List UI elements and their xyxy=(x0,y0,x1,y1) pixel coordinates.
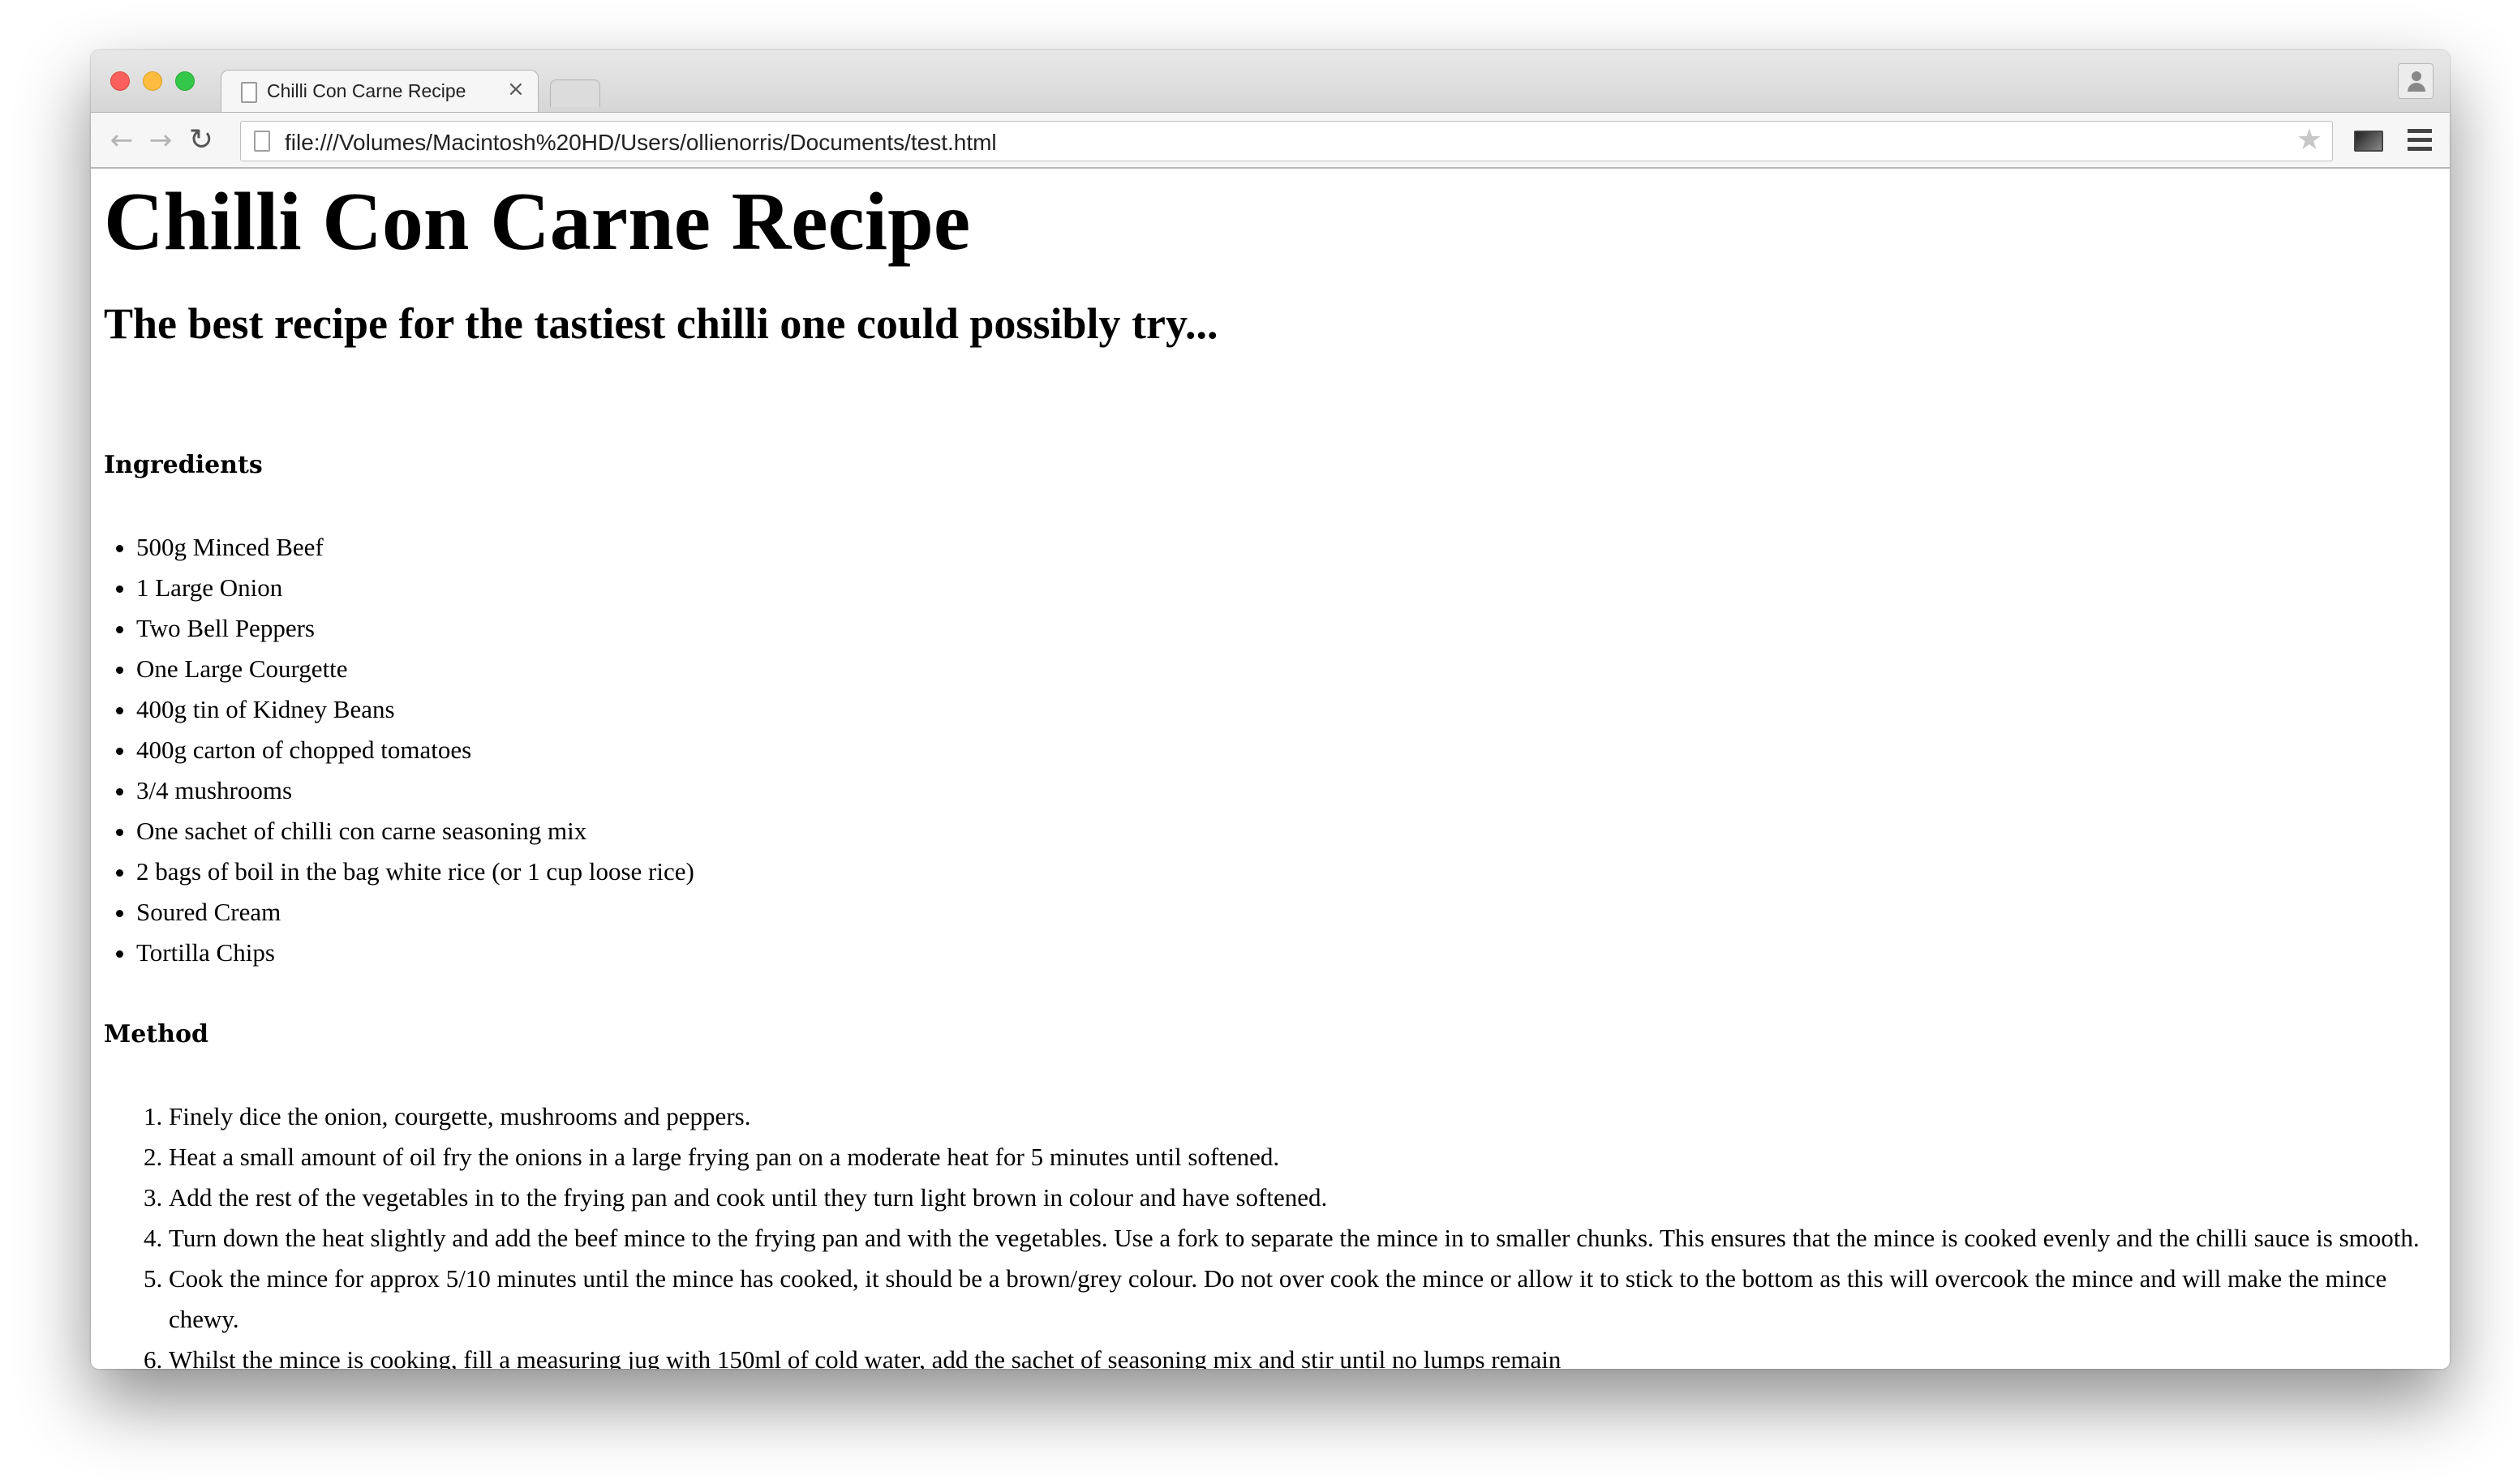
list-item: 3/4 mushrooms xyxy=(136,770,694,811)
person-icon xyxy=(2412,71,2421,81)
title-bar: Chilli Con Carne Recipe × xyxy=(91,50,2450,112)
minimize-window-icon[interactable] xyxy=(143,71,162,91)
person-icon-body xyxy=(2408,83,2425,92)
list-item: Tortilla Chips xyxy=(136,933,694,973)
browser-toolbar: ← → ↻ file:///Volumes/Macintosh%20HD/Use… xyxy=(91,112,2450,169)
page-viewport: Chilli Con Carne Recipe The best recipe … xyxy=(91,169,2450,1369)
method-step: Finely dice the onion, courgette, mushro… xyxy=(169,1096,2437,1137)
hamburger-menu-icon[interactable] xyxy=(2408,129,2434,152)
tab-active[interactable]: Chilli Con Carne Recipe × xyxy=(221,70,539,112)
ingredients-list: 500g Minced Beef 1 Large Onion Two Bell … xyxy=(104,527,694,973)
ingredients-heading: Ingredients xyxy=(104,451,263,479)
method-step: Heat a small amount of oil fry the onion… xyxy=(169,1137,2437,1177)
tab-title: Chilli Con Carne Recipe xyxy=(267,80,466,101)
list-item: 1 Large Onion xyxy=(136,568,694,608)
list-item: Two Bell Peppers xyxy=(136,608,694,649)
browser-window: Chilli Con Carne Recipe × ← → ↻ file:///… xyxy=(91,50,2450,1369)
close-window-icon[interactable] xyxy=(110,71,130,91)
method-step: Turn down the heat slightly and add the … xyxy=(169,1218,2437,1259)
forward-arrow-icon[interactable]: → xyxy=(144,124,177,157)
list-item: Soured Cream xyxy=(136,892,694,933)
method-heading: Method xyxy=(104,1020,208,1049)
list-item: 400g tin of Kidney Beans xyxy=(136,689,694,730)
menu-line xyxy=(2408,129,2432,133)
tab-close-icon[interactable]: × xyxy=(507,77,525,101)
method-list: Finely dice the onion, courgette, mushro… xyxy=(104,1096,2437,1369)
method-step: Add the rest of the vegetables in to the… xyxy=(169,1177,2437,1218)
page-subtitle: The best recipe for the tastiest chilli … xyxy=(104,299,1218,348)
extension-icon[interactable] xyxy=(2354,131,2383,152)
document-icon xyxy=(241,82,257,103)
list-item: 400g carton of chopped tomatoes xyxy=(136,730,694,770)
reload-icon[interactable]: ↻ xyxy=(185,124,217,157)
menu-line xyxy=(2408,147,2432,151)
list-item: One Large Courgette xyxy=(136,649,694,689)
page-title: Chilli Con Carne Recipe xyxy=(104,176,971,268)
maximize-window-icon[interactable] xyxy=(175,71,195,91)
bookmark-star-icon[interactable]: ★ xyxy=(2296,123,2322,157)
new-tab-button[interactable] xyxy=(550,79,600,107)
back-arrow-icon[interactable]: ← xyxy=(105,124,138,157)
list-item: One sachet of chilli con carne seasoning… xyxy=(136,811,694,851)
profile-button[interactable] xyxy=(2398,63,2434,99)
list-item: 500g Minced Beef xyxy=(136,527,694,568)
list-item: 2 bags of boil in the bag white rice (or… xyxy=(136,851,694,892)
method-step: Cook the mince for approx 5/10 minutes u… xyxy=(169,1259,2437,1340)
menu-line xyxy=(2408,138,2432,142)
url-text[interactable]: file:///Volumes/Macintosh%20HD/Users/oll… xyxy=(285,130,997,156)
page-info-icon[interactable] xyxy=(254,131,270,152)
method-step: Whilst the mince is cooking, fill a meas… xyxy=(169,1340,2437,1369)
address-bar[interactable]: file:///Volumes/Macintosh%20HD/Users/oll… xyxy=(240,121,2333,161)
